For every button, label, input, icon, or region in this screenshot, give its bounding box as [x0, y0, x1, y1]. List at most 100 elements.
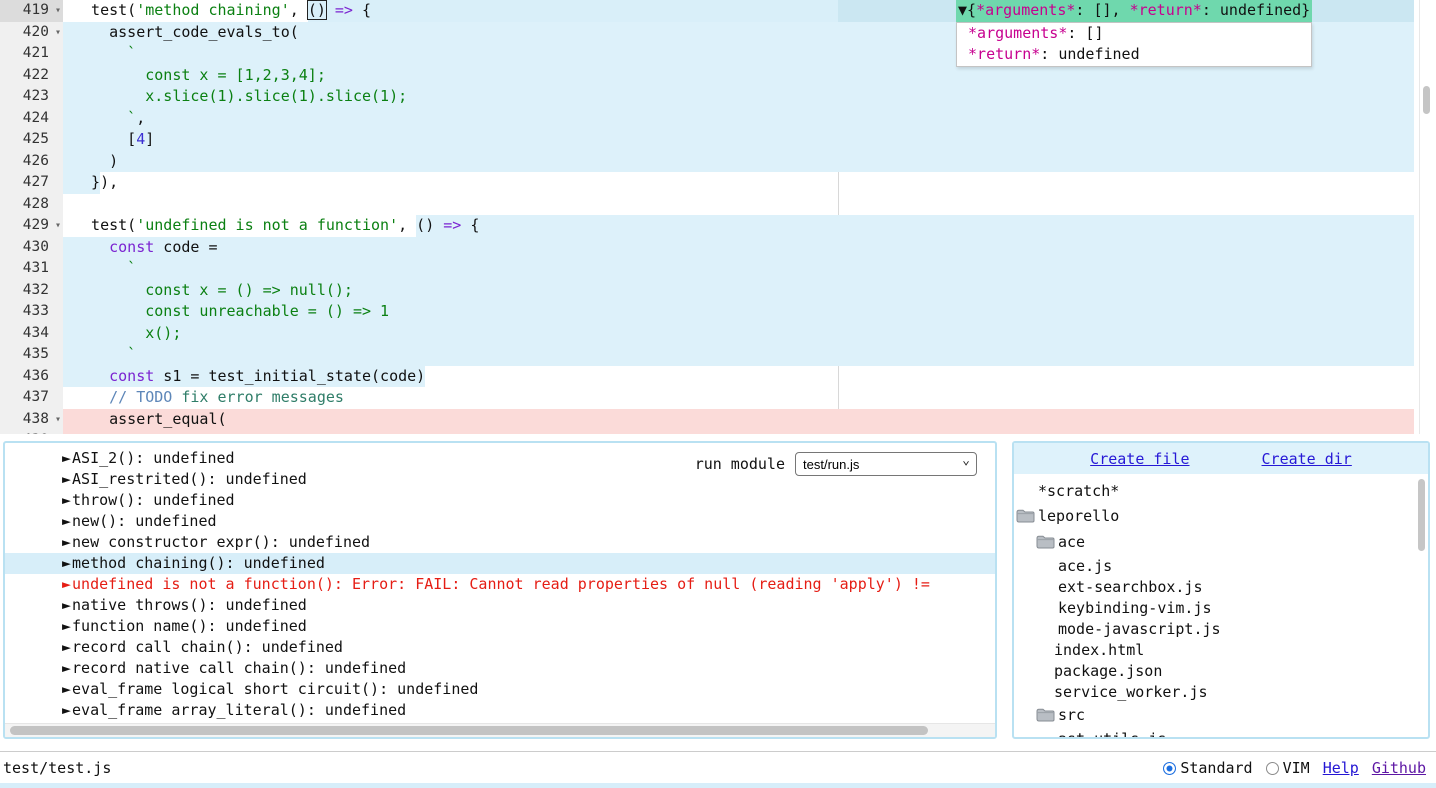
expand-arrow-icon[interactable]: ► — [62, 470, 71, 488]
code-line[interactable]: 435 ` — [0, 344, 1436, 366]
expand-arrow-icon[interactable]: ► — [62, 701, 71, 719]
line-number[interactable]: 426 — [0, 151, 63, 173]
expand-arrow-icon[interactable]: ► — [62, 491, 71, 509]
code-line[interactable]: 423 x.slice(1).slice(1).slice(1); — [0, 86, 1436, 108]
test-result-item[interactable]: ►new constructor expr(): undefined — [5, 532, 995, 553]
create-dir-link[interactable]: Create dir — [1262, 450, 1352, 468]
code-line[interactable]: 428 — [0, 194, 1436, 216]
code-line[interactable]: 436 const s1 = test_initial_state(code) — [0, 366, 1436, 388]
tree-file[interactable]: mode-javascript.js — [1014, 618, 1428, 639]
expand-arrow-icon[interactable]: ► — [62, 512, 71, 530]
create-file-link[interactable]: Create file — [1090, 450, 1189, 468]
line-number[interactable]: 420▾ — [0, 22, 63, 44]
expand-arrow-icon[interactable]: ► — [62, 659, 71, 677]
tree-folder[interactable]: leporello — [1014, 503, 1428, 529]
mode-option-vim[interactable]: VIM — [1266, 759, 1310, 777]
tooltip-entry[interactable]: *return*: undefined — [957, 44, 1311, 66]
line-number[interactable]: 427 — [0, 172, 63, 194]
expand-arrow-icon[interactable]: ► — [62, 533, 71, 551]
expand-arrow-icon[interactable]: ► — [62, 638, 71, 656]
expand-arrow-icon[interactable]: ► — [62, 617, 71, 635]
tree-folder[interactable]: ace — [1014, 529, 1428, 555]
line-number[interactable]: 432 — [0, 280, 63, 302]
help-link[interactable]: Help — [1323, 759, 1359, 777]
line-number[interactable]: 424 — [0, 108, 63, 130]
editor-scrollbar-thumb[interactable] — [1423, 86, 1430, 114]
test-result-item[interactable]: ►throw(): undefined — [5, 490, 995, 511]
files-scrollbar-thumb[interactable] — [1418, 479, 1425, 551]
line-number[interactable]: 437 — [0, 387, 63, 409]
code-line[interactable]: 437 // TODO fix error messages — [0, 387, 1436, 409]
results-horizontal-scrollbar[interactable] — [5, 723, 995, 737]
test-result-item[interactable]: ►function name(): undefined — [5, 616, 995, 637]
line-number[interactable]: 439 — [0, 430, 63, 434]
code-line[interactable]: 431 ` — [0, 258, 1436, 280]
tree-file[interactable]: index.html — [1014, 639, 1428, 660]
line-number[interactable]: 419▾ — [0, 0, 63, 22]
fold-arrow-icon[interactable]: ▾ — [55, 409, 61, 431]
tooltip-entry[interactable]: *arguments*: [] — [957, 23, 1311, 45]
test-result-item[interactable]: ►record call chain(): undefined — [5, 637, 995, 658]
line-number[interactable]: 433 — [0, 301, 63, 323]
fold-arrow-icon[interactable]: ▾ — [55, 22, 61, 44]
radio-icon[interactable] — [1163, 762, 1176, 775]
line-number[interactable]: 430 — [0, 237, 63, 259]
test-result-item[interactable]: ►new(): undefined — [5, 511, 995, 532]
expand-arrow-icon[interactable]: ► — [62, 596, 71, 614]
tree-file[interactable]: service_worker.js — [1014, 681, 1428, 702]
test-result-label: ASI_restrited(): undefined — [72, 470, 307, 488]
tooltip-header[interactable]: ▼{*arguments*: [], *return*: undefined} — [956, 0, 1312, 22]
code-line[interactable]: 427 }), — [0, 172, 1436, 194]
results-scrollbar-thumb[interactable] — [10, 726, 928, 735]
mode-option-standard[interactable]: Standard — [1163, 759, 1252, 777]
line-number[interactable]: 438▾ — [0, 409, 63, 431]
code-editor[interactable]: 419▾ test('method chaining', () => {420▾… — [0, 0, 1436, 434]
tree-file[interactable]: ast_utils.js — [1014, 728, 1428, 739]
code-line[interactable]: 424 `, — [0, 108, 1436, 130]
code-line[interactable]: 425 [4] — [0, 129, 1436, 151]
line-number[interactable]: 423 — [0, 86, 63, 108]
expand-arrow-icon[interactable]: ► — [62, 680, 71, 698]
code-line[interactable]: 434 x(); — [0, 323, 1436, 345]
line-number[interactable]: 429▾ — [0, 215, 63, 237]
code-line[interactable]: 439 — [0, 430, 1436, 434]
line-number[interactable]: 421 — [0, 43, 63, 65]
tree-file[interactable]: keybinding-vim.js — [1014, 597, 1428, 618]
line-number[interactable]: 422 — [0, 65, 63, 87]
tree-file[interactable]: *scratch* — [1014, 478, 1428, 503]
test-result-item[interactable]: ►native throws(): undefined — [5, 595, 995, 616]
code-line[interactable]: 430 const code = — [0, 237, 1436, 259]
test-result-item[interactable]: ►method chaining(): undefined — [5, 553, 995, 574]
code-line[interactable]: 429▾ test('undefined is not a function',… — [0, 215, 1436, 237]
code-line[interactable]: 432 const x = () => null(); — [0, 280, 1436, 302]
line-number[interactable]: 428 — [0, 194, 63, 216]
code-line[interactable]: 438▾ assert_equal( — [0, 409, 1436, 431]
line-number[interactable]: 435 — [0, 344, 63, 366]
expand-arrow-icon[interactable]: ► — [62, 554, 71, 572]
expand-arrow-icon[interactable]: ► — [62, 575, 71, 593]
github-link[interactable]: Github — [1372, 759, 1426, 777]
run-module-select[interactable]: test/run.js — [795, 452, 977, 476]
test-result-item[interactable]: ►eval_frame logical short circuit(): und… — [5, 679, 995, 700]
code-line[interactable]: 422 const x = [1,2,3,4]; — [0, 65, 1436, 87]
tree-file[interactable]: package.json — [1014, 660, 1428, 681]
line-number[interactable]: 431 — [0, 258, 63, 280]
tree-item-label: ext-searchbox.js — [1058, 578, 1203, 596]
line-number[interactable]: 425 — [0, 129, 63, 151]
radio-icon[interactable] — [1266, 762, 1279, 775]
fold-arrow-icon[interactable]: ▾ — [55, 215, 61, 237]
code-line[interactable]: 433 const unreachable = () => 1 — [0, 301, 1436, 323]
tree-file[interactable]: ext-searchbox.js — [1014, 576, 1428, 597]
line-number[interactable]: 434 — [0, 323, 63, 345]
test-result-item[interactable]: ►record native call chain(): undefined — [5, 658, 995, 679]
tree-file[interactable]: ace.js — [1014, 555, 1428, 576]
code-line[interactable]: 426 ) — [0, 151, 1436, 173]
test-result-label: new(): undefined — [72, 512, 217, 530]
tree-folder[interactable]: src — [1014, 702, 1428, 728]
line-number[interactable]: 436 — [0, 366, 63, 388]
file-actions-header: Create file Create dir — [1014, 443, 1428, 474]
test-result-item[interactable]: ►eval_frame array_literal(): undefined — [5, 700, 995, 721]
test-result-item[interactable]: ►undefined is not a function(): Error: F… — [5, 574, 995, 595]
expand-arrow-icon[interactable]: ► — [62, 449, 71, 467]
fold-arrow-icon[interactable]: ▾ — [55, 0, 61, 22]
